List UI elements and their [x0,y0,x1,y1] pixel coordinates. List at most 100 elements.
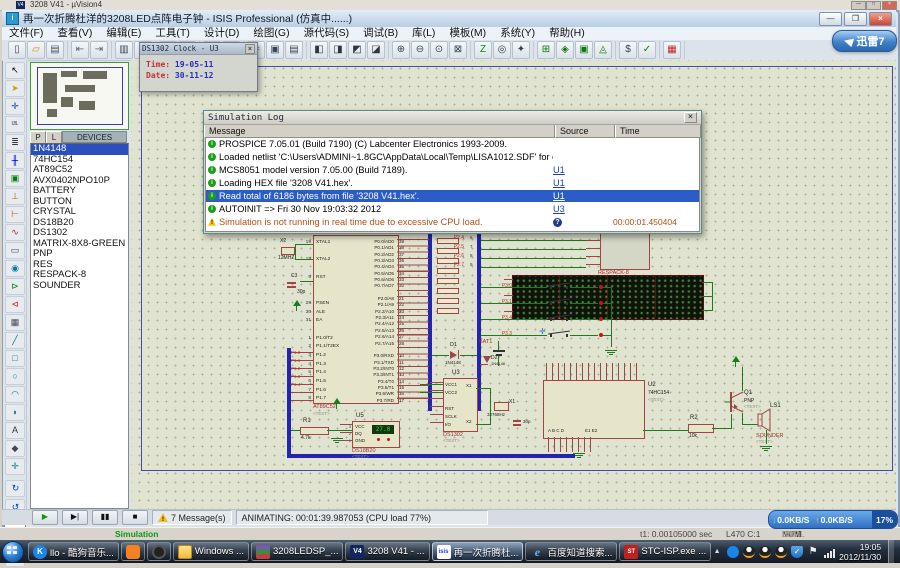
device-PNP[interactable]: PNP [31,249,128,260]
taskbar-keil[interactable]: V43208 V41 - ... [345,542,429,561]
taskbar-film[interactable] [147,542,171,561]
close-icon[interactable]: × [684,112,697,123]
2d-line-icon[interactable]: ╱ [5,332,25,349]
make-device-icon[interactable]: ◈ [556,41,574,59]
log-row[interactable]: iAUTOINIT => Fri 30 Nov 19:03:32 2012U3 [206,202,699,215]
message-counter[interactable]: ! 7 Message(s) [152,510,232,525]
net-speed-overlay[interactable]: ↓ 0.0KB/S ↑ 0.0KB/S 17% [768,510,898,529]
device-DS1302[interactable]: DS1302 [31,228,128,239]
block-copy-icon[interactable]: ◧ [310,41,328,59]
import-section-icon[interactable]: ⇤ [71,41,89,59]
taskbar-media[interactable] [121,542,145,561]
log-row[interactable]: !Simulation is not running in real time … [206,215,699,228]
tape-recorder-icon[interactable]: ▭ [5,242,25,259]
log-row[interactable]: iRead total of 6186 bytes from file '320… [206,190,699,203]
property-assignment-icon[interactable]: ✦ [512,41,530,59]
device-AT89C52[interactable]: AT89C52 [31,165,128,176]
menu-绘图(G)[interactable]: 绘图(G) [246,27,296,40]
2d-marker-icon[interactable]: ✛ [5,458,25,475]
2d-circle-icon[interactable]: ○ [5,368,25,385]
log-body[interactable]: iPROSPICE 7.05.01 (Build 7190) (C) Labce… [205,138,700,232]
2d-arc-icon[interactable]: ◠ [5,386,25,403]
decompose-icon[interactable]: ◬ [594,41,612,59]
2d-box-icon[interactable]: □ [5,350,25,367]
qq-3-icon[interactable] [775,546,787,558]
print-icon[interactable]: ▥ [115,41,133,59]
device-CRYSTAL[interactable]: CRYSTAL [31,207,128,218]
electrical-rule-check-icon[interactable]: ✓ [638,41,656,59]
maximize-button[interactable]: ❐ [844,12,867,26]
network-icon[interactable] [823,546,835,558]
packaging-tool-icon[interactable]: ▣ [575,41,593,59]
menu-编辑(E)[interactable]: 编辑(E) [99,27,148,40]
uvision-minimize-button[interactable]: — [851,1,866,10]
menu-系统(Y)[interactable]: 系统(Y) [493,27,542,40]
component-mode-icon[interactable]: ➤ [5,80,25,97]
2d-path-icon[interactable]: ◗ [5,404,25,421]
uvision-maximize-button[interactable]: □ [866,1,881,10]
paste-icon[interactable]: ▤ [285,41,303,59]
start-button[interactable] [2,541,24,563]
block-move-icon[interactable]: ◨ [329,41,347,59]
ds1302-clock-popup[interactable]: DS1302 Clock - U3 × Time: 19-05-11 Date:… [139,42,258,92]
taskbar-stc[interactable]: STSTC-ISP.exe ... [619,542,711,561]
qq-2-icon[interactable] [759,546,771,558]
kugou-tray-icon[interactable] [727,546,739,558]
column-time[interactable]: Time [615,125,701,138]
log-row[interactable]: iLoading HEX file '3208 V41.hex'.U1 [206,177,699,190]
menu-库(L)[interactable]: 库(L) [405,27,442,40]
device-RESPACK-8[interactable]: RESPACK-8 [31,270,128,281]
close-icon[interactable]: × [245,44,255,54]
menu-文件(F)[interactable]: 文件(F) [2,27,50,40]
device-list[interactable]: 1N414874HC154AT89C52AVX0402NPO10PBATTERY… [30,143,129,509]
taskbar-explorer[interactable]: Windows ... [173,542,249,561]
action-center-flag-icon[interactable]: ⚑ [807,546,819,558]
tray-expand-icon[interactable]: ▲ [711,546,723,558]
source-link[interactable]: U1 [553,165,565,175]
2d-symbol-icon[interactable]: ◆ [5,440,25,457]
zoom-in-icon[interactable]: ⊕ [392,41,410,59]
device-1N4148[interactable]: 1N4148 [31,144,128,155]
device-SOUNDER[interactable]: SOUNDER [31,281,128,292]
current-probe-icon[interactable]: ⊲ [5,296,25,313]
graph-mode-icon[interactable]: ∿ [5,224,25,241]
safety-shield-icon[interactable]: ✓ [791,546,803,558]
terminal-mode-icon[interactable]: ⊥ [5,188,25,205]
save-design-icon[interactable]: ▤ [46,41,64,59]
menu-模板(M)[interactable]: 模板(M) [442,27,493,40]
menu-源代码(S)[interactable]: 源代码(S) [297,27,357,40]
netlist-to-ares-icon[interactable]: ▦ [663,41,681,59]
virtual-instruments-icon[interactable]: ▦ [5,314,25,331]
open-design-icon[interactable]: ▱ [27,41,45,59]
text-script-icon[interactable]: ≣ [5,134,25,151]
show-desktop-button[interactable] [888,540,894,563]
subcircuit-icon[interactable]: ▣ [5,170,25,187]
clock-popup-titlebar[interactable]: DS1302 Clock - U3 × [140,43,257,55]
menu-帮助(H)[interactable]: 帮助(H) [542,27,592,40]
step-button[interactable]: ▶| [62,510,88,525]
zoom-all-icon[interactable]: ⊙ [430,41,448,59]
column-message[interactable]: Message [204,125,555,138]
column-source[interactable]: Source [555,125,615,138]
isis-titlebar[interactable]: i 再一次折腾杜洋的3208LED点阵电子钟 - ISIS Profession… [2,10,896,27]
selection-pointer-icon[interactable]: ↖ [5,62,25,79]
new-design-icon[interactable]: ▯ [8,41,26,59]
simulation-log-titlebar[interactable]: Simulation Log × [204,111,701,125]
source-link[interactable]: U3 [553,204,565,214]
block-rotate-icon[interactable]: ◩ [348,41,366,59]
menu-设计(D)[interactable]: 设计(D) [197,27,247,40]
overview-minimap[interactable] [30,62,129,130]
rotate-cw-icon[interactable]: ↻ [5,480,25,497]
log-row[interactable]: iMCS8051 model version 7.05.00 (Build 71… [206,164,699,177]
uvision-close-button[interactable]: × [882,1,897,10]
taskbar-winrar[interactable]: 3208LEDSP_... [251,542,344,561]
log-row[interactable]: iPROSPICE 7.05.01 (Build 7190) (C) Labce… [206,138,699,151]
pick-parts-icon[interactable]: ⊞ [537,41,555,59]
log-row[interactable]: iLoaded netlist 'C:\Users\ADMINI~1.8GC\A… [206,151,699,164]
search-tag-icon[interactable]: ◎ [493,41,511,59]
menu-工具(T)[interactable]: 工具(T) [148,27,196,40]
qq-1-icon[interactable] [743,546,755,558]
menu-查看(V)[interactable]: 查看(V) [50,27,99,40]
source-link[interactable]: U1 [553,191,565,201]
source-link[interactable]: U1 [553,178,565,188]
